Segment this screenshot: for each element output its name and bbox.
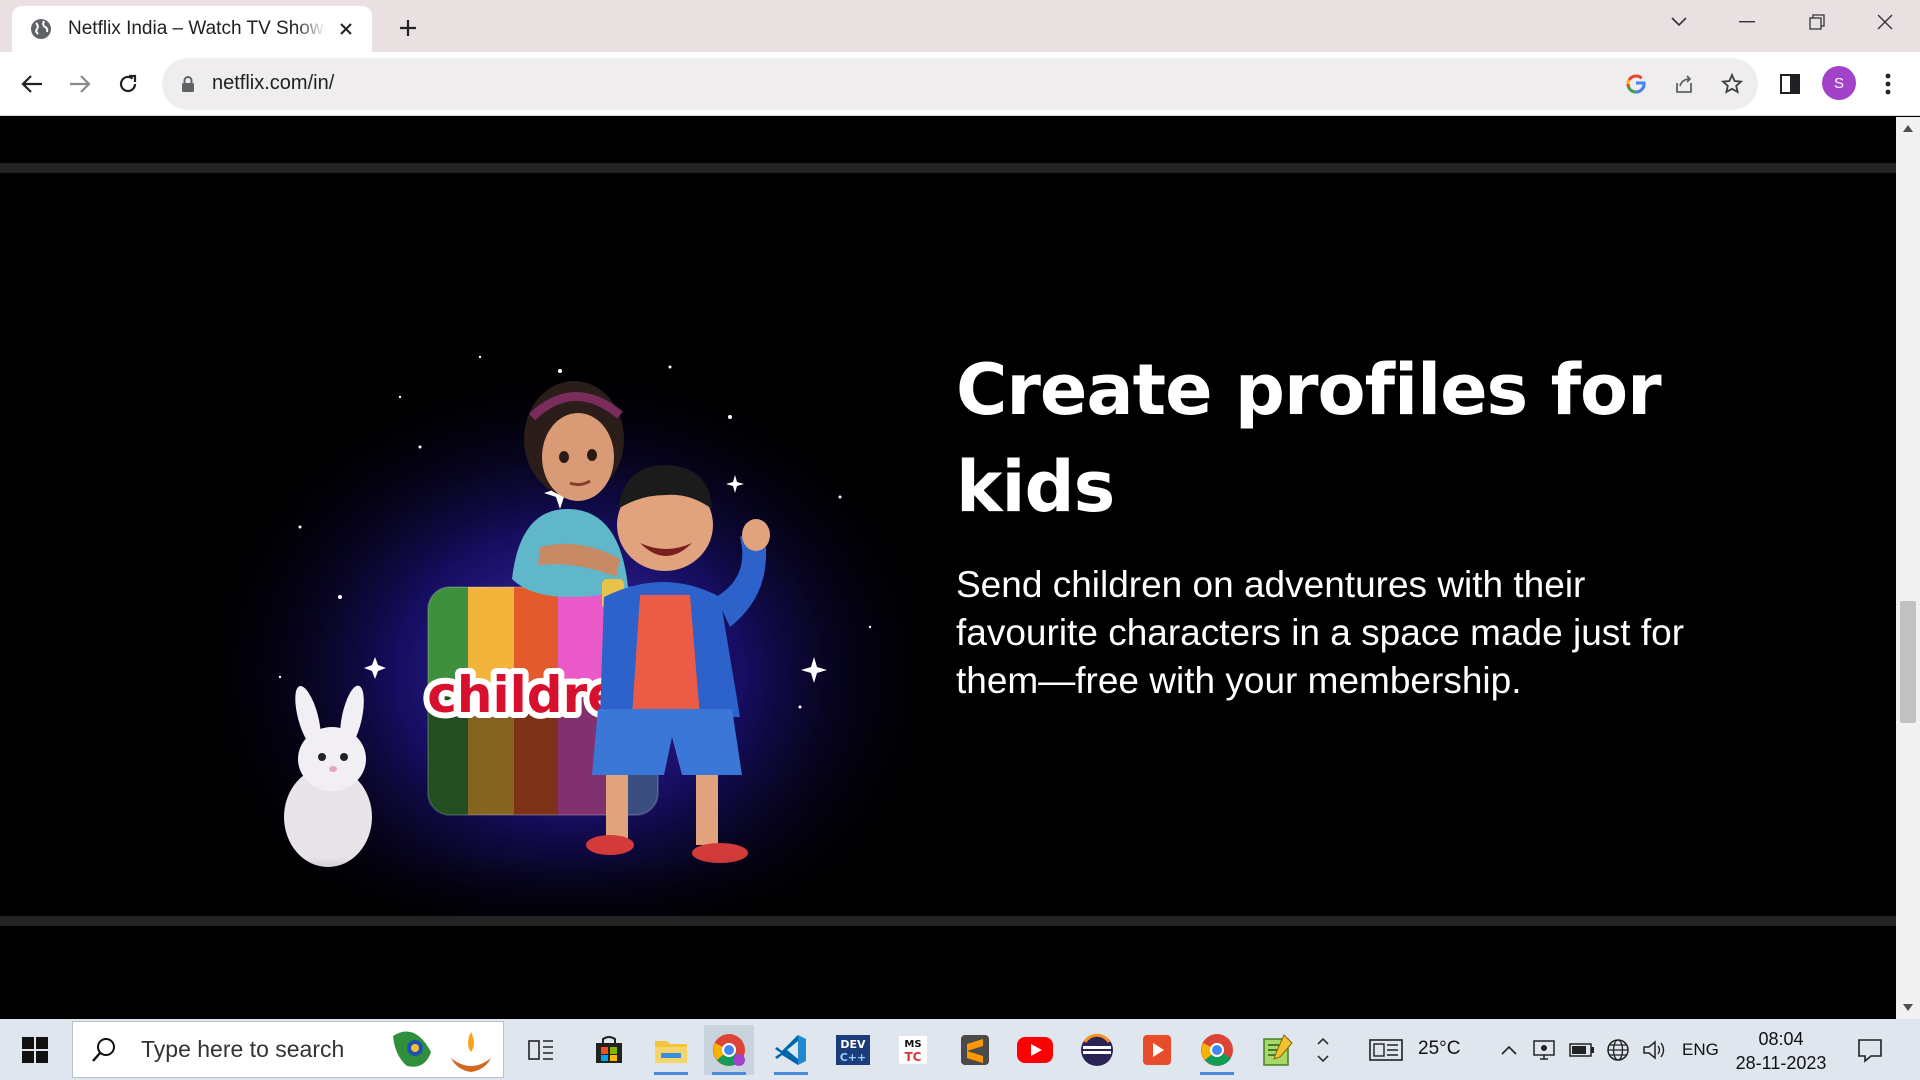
network-globe-icon[interactable] — [1602, 1025, 1634, 1075]
language-indicator[interactable]: ENG — [1682, 1040, 1719, 1060]
svg-text:C++: C++ — [840, 1051, 867, 1064]
ms-tc-icon[interactable]: MS TC — [888, 1025, 938, 1075]
file-explorer-icon[interactable] — [646, 1025, 696, 1075]
microsoft-store-icon[interactable] — [584, 1025, 634, 1075]
browser-tab[interactable]: Netflix India – Watch TV Shows Online — [12, 6, 372, 52]
browser-toolbar: netflix.com/in/ S — [0, 52, 1920, 116]
svg-text:MS: MS — [904, 1039, 921, 1050]
kebab-menu-icon[interactable] — [1870, 66, 1906, 102]
clock-time: 08:04 — [1758, 1029, 1804, 1049]
windows-taskbar: Type here to search DEV C++ MS TC 25°C E… — [0, 1019, 1920, 1080]
forward-icon[interactable] — [62, 66, 98, 102]
chrome-profile-icon[interactable] — [1192, 1025, 1242, 1075]
active-indicator — [1200, 1072, 1234, 1075]
scroll-up-icon[interactable] — [1896, 117, 1920, 139]
page-viewport: children children Create profiles for ki… — [0, 117, 1896, 1019]
svg-text:TC: TC — [905, 1050, 922, 1064]
section-divider-bottom — [0, 916, 1896, 926]
page-scrollbar[interactable] — [1896, 117, 1920, 1019]
battery-icon[interactable] — [1566, 1025, 1598, 1075]
scroll-down-icon[interactable] — [1896, 997, 1920, 1019]
share-icon[interactable] — [1670, 70, 1698, 98]
vscode-icon[interactable] — [766, 1025, 816, 1075]
section-divider — [0, 163, 1896, 173]
back-icon[interactable] — [14, 66, 50, 102]
google-lens-icon[interactable] — [1622, 70, 1650, 98]
globe-icon — [30, 18, 52, 40]
close-window-icon[interactable] — [1850, 0, 1920, 44]
url-text: netflix.com/in/ — [212, 72, 335, 94]
weather-text[interactable]: 25°C — [1418, 1038, 1460, 1060]
tab-strip: Netflix India – Watch TV Shows Online — [0, 0, 1920, 52]
tab-title: Netflix India – Watch TV Shows Online — [68, 18, 326, 39]
taskbar-search-box[interactable]: Type here to search — [72, 1021, 504, 1078]
taskbar-overflow-chevron-icon[interactable] — [1306, 1025, 1340, 1075]
address-bar[interactable]: netflix.com/in/ — [162, 58, 1758, 110]
meet-now-icon[interactable] — [1528, 1025, 1560, 1075]
restore-icon[interactable] — [1782, 0, 1852, 44]
system-clock[interactable]: 08:04 28-11-2023 — [1726, 1027, 1836, 1075]
powerpoint-app-icon[interactable] — [1132, 1025, 1182, 1075]
search-highlight-decoration-icon — [393, 1031, 491, 1072]
clock-date: 28-11-2023 — [1735, 1053, 1827, 1073]
profile-avatar[interactable]: S — [1822, 66, 1856, 100]
kids-profile-illustration: children children — [220, 337, 920, 937]
minimize-icon[interactable] — [1712, 0, 1782, 44]
notifications-icon[interactable] — [1848, 1025, 1892, 1075]
tab-close-icon[interactable] — [334, 17, 358, 41]
scroll-thumb[interactable] — [1900, 601, 1916, 723]
notepad-plus-icon[interactable] — [1252, 1025, 1302, 1075]
search-icon — [91, 1037, 131, 1063]
tab-search-chevron-icon[interactable] — [1644, 0, 1714, 44]
tray-show-hidden-icon[interactable] — [1494, 1025, 1524, 1075]
chrome-taskbar-icon[interactable] — [704, 1025, 754, 1075]
bookmark-star-icon[interactable] — [1718, 70, 1746, 98]
section-description: Send children on adventures with their f… — [956, 564, 1685, 701]
reload-icon[interactable] — [110, 66, 146, 102]
active-indicator — [712, 1072, 746, 1075]
task-view-icon[interactable] — [516, 1025, 566, 1075]
svg-text:DEV: DEV — [840, 1038, 866, 1051]
section-heading: Create profiles for kids — [956, 349, 1662, 528]
news-widget-icon[interactable] — [1366, 1025, 1406, 1075]
dev-cpp-icon[interactable]: DEV C++ — [828, 1025, 878, 1075]
new-tab-icon[interactable] — [392, 12, 424, 44]
active-indicator — [654, 1072, 688, 1075]
lock-icon — [180, 75, 196, 93]
active-indicator — [774, 1072, 808, 1075]
search-placeholder: Type here to search — [141, 1036, 345, 1062]
side-panel-icon[interactable] — [1772, 66, 1808, 102]
sublime-text-icon[interactable] — [950, 1025, 1000, 1075]
volume-icon[interactable] — [1638, 1025, 1670, 1075]
windows-start-icon[interactable] — [0, 1019, 70, 1080]
eclipse-icon[interactable] — [1072, 1025, 1122, 1075]
youtube-icon[interactable] — [1010, 1025, 1060, 1075]
